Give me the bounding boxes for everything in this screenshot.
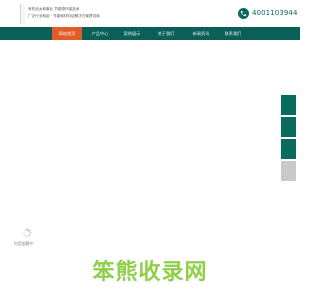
nav-item-contact[interactable]: 联系我们 [218, 27, 248, 40]
loading-text: 内页加载中 [14, 241, 33, 246]
logo[interactable] [20, 4, 25, 24]
tagline-line-1: 有机也太和事业 节能物环保技术 [28, 7, 80, 11]
nav-item-cases[interactable]: 案例展示 [117, 27, 147, 40]
side-float-chat[interactable] [281, 95, 296, 115]
nav-item-products[interactable]: 产品中心 [85, 27, 115, 40]
side-float-phone[interactable] [281, 117, 296, 137]
nav-item-home[interactable]: 网站首页 [52, 27, 82, 40]
nav-item-about[interactable]: 关于我们 [151, 27, 181, 40]
spinner-icon [22, 228, 32, 238]
phone-number: 4001103944 [252, 9, 298, 17]
top-bar: 有机也太和事业 节能物环保技术 广泛行业和起 · 节能和材料证解决方案提供商 4… [0, 0, 300, 27]
main-nav: 网站首页 产品中心 案例展示 关于我们 新闻资讯 联系我们 [0, 27, 300, 40]
watermark: 笨熊收录网 [92, 260, 208, 285]
phone-contact[interactable]: 4001103944 [238, 6, 298, 20]
side-float-qrcode[interactable] [281, 139, 296, 159]
phone-icon [238, 7, 249, 19]
nav-item-news[interactable]: 新闻资讯 [186, 27, 216, 40]
tagline-line-2: 广泛行业和起 · 节能和材料证解决方案提供商 [28, 14, 100, 18]
side-float-back-to-top[interactable] [281, 161, 296, 181]
